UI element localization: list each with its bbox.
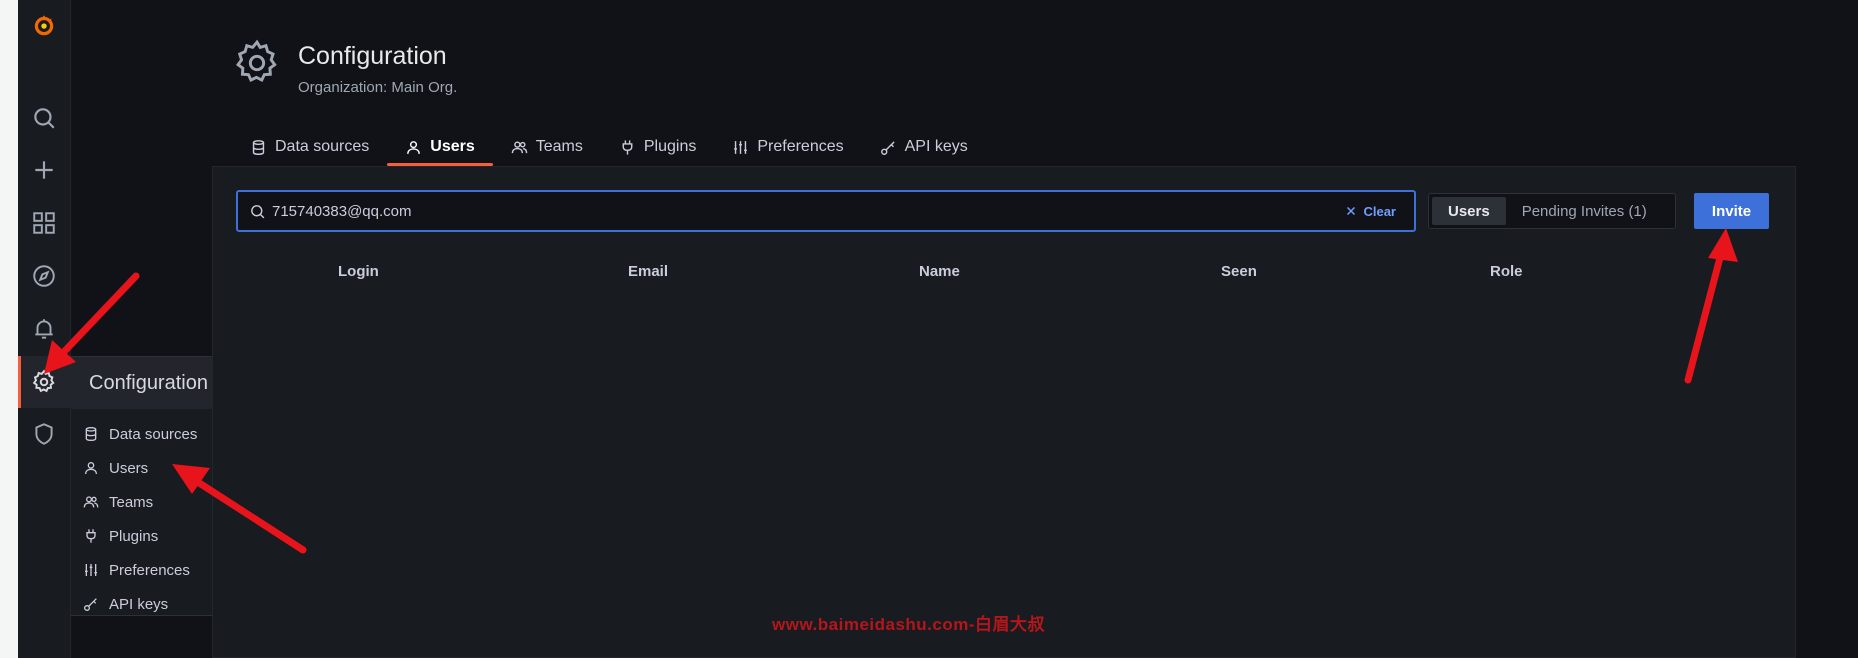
flyout-item-users[interactable]: Users	[71, 451, 228, 485]
tab-label: Plugins	[643, 138, 697, 155]
tab-label: API keys	[904, 138, 968, 155]
sliders-icon	[85, 564, 97, 576]
tab-label: Preferences	[757, 138, 844, 155]
sliders-icon	[734, 140, 748, 154]
user-icon	[407, 140, 421, 154]
page-title: Configuration	[298, 42, 447, 70]
watermark: www.baimeidashu.com-白眉大叔	[772, 615, 1046, 634]
desktop-edge	[0, 0, 18, 658]
clear-button[interactable]: Clear	[1345, 204, 1396, 219]
flyout-title: Configuration	[71, 357, 228, 409]
pending-invites-toggle-option[interactable]: Pending Invites (1)	[1506, 197, 1663, 225]
close-icon	[1347, 206, 1356, 216]
plus-icon[interactable]	[18, 148, 70, 192]
grafana-logo-icon[interactable]	[18, 2, 70, 48]
tab-teams[interactable]: Teams	[493, 128, 601, 166]
database-icon	[85, 427, 97, 442]
flyout-item-data-sources[interactable]: Data sources	[71, 417, 228, 451]
column-header-role: Role	[1490, 263, 1523, 280]
database-icon	[252, 139, 265, 155]
configuration-flyout-menu: Configuration Data sources Users Teams P…	[71, 356, 229, 616]
page-subtitle: Organization: Main Org.	[298, 79, 458, 96]
flyout-item-label: Teams	[109, 493, 154, 511]
flyout-item-label: Preferences	[109, 561, 190, 579]
column-header-login: Login	[338, 263, 379, 280]
plug-icon	[86, 529, 96, 543]
flyout-item-label: Users	[109, 459, 149, 477]
search-input[interactable]: 715740383@qq.com Clear	[236, 190, 1416, 232]
flyout-item-label: Plugins	[109, 527, 159, 545]
key-icon	[84, 598, 97, 611]
gear-icon	[236, 39, 277, 83]
dashboards-icon[interactable]	[18, 201, 70, 245]
tab-label: Data sources	[275, 138, 370, 155]
invite-button[interactable]: Invite	[1694, 193, 1769, 229]
flyout-item-preferences[interactable]: Preferences	[71, 553, 228, 587]
tab-preferences[interactable]: Preferences	[714, 128, 861, 166]
search-icon	[251, 204, 265, 218]
alerting-icon[interactable]	[18, 307, 70, 351]
column-header-name: Name	[919, 263, 960, 280]
flyout-item-label: API keys	[109, 595, 169, 613]
gear-icon[interactable]	[18, 356, 70, 408]
search-icon[interactable]	[18, 96, 70, 140]
column-header-seen: Seen	[1221, 263, 1257, 280]
tab-data-sources[interactable]: Data sources	[232, 128, 387, 166]
tab-label: Users	[430, 138, 475, 155]
tab-users[interactable]: Users	[387, 128, 494, 166]
flyout-item-api-keys[interactable]: API keys	[71, 587, 228, 621]
users-toggle-option[interactable]: Users	[1432, 197, 1506, 225]
tab-bar: Data sources Users Teams Plugins Prefere…	[232, 128, 986, 166]
tab-label: Teams	[535, 138, 583, 155]
users-view-toggle: Users Pending Invites (1)	[1428, 193, 1676, 229]
flyout-item-label: Data sources	[109, 425, 198, 443]
tab-api-keys[interactable]: API keys	[862, 128, 986, 166]
tab-plugins[interactable]: Plugins	[601, 128, 714, 166]
flyout-item-teams[interactable]: Teams	[71, 485, 228, 519]
users-icon	[511, 140, 528, 153]
plug-icon	[622, 139, 633, 155]
key-icon	[880, 140, 895, 155]
content-panel	[212, 166, 1796, 658]
users-icon	[83, 496, 99, 508]
flyout-item-plugins[interactable]: Plugins	[71, 519, 228, 553]
clear-label: Clear	[1363, 203, 1396, 219]
user-icon	[85, 462, 97, 475]
explore-icon[interactable]	[18, 254, 70, 298]
page-header: Configuration Organization: Main Org.	[232, 38, 457, 96]
column-header-email: Email	[628, 263, 669, 280]
search-value[interactable]: 715740383@qq.com	[272, 203, 1345, 220]
sidebar	[18, 0, 71, 658]
shield-icon[interactable]	[18, 412, 70, 456]
